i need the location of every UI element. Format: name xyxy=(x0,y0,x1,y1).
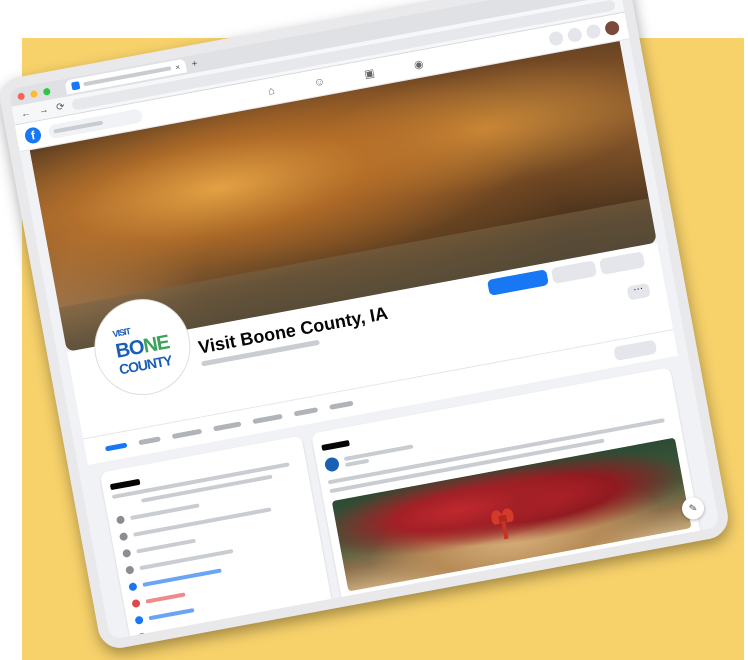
messenger-icon[interactable] xyxy=(566,26,583,44)
minimize-window-dot[interactable] xyxy=(29,89,38,98)
intro-hours[interactable] xyxy=(145,592,186,604)
posts-heading xyxy=(321,439,350,451)
intro-website[interactable] xyxy=(142,568,222,587)
menu-grid-icon[interactable] xyxy=(547,30,565,47)
close-window-dot[interactable] xyxy=(17,91,26,101)
globe-icon xyxy=(128,582,138,592)
tab-mentions[interactable] xyxy=(171,428,203,439)
phone-icon xyxy=(122,548,132,559)
marketplace-icon[interactable]: ▣ xyxy=(363,66,375,81)
location-pin-icon xyxy=(118,531,129,542)
forward-arrow-icon[interactable]: → xyxy=(38,104,50,117)
more-options-button[interactable]: ··· xyxy=(626,282,651,301)
notifications-bell-icon[interactable] xyxy=(585,23,602,40)
tab-followers[interactable] xyxy=(252,413,283,424)
filters-button[interactable] xyxy=(613,339,658,361)
intro-category xyxy=(130,503,200,521)
intro-card xyxy=(99,435,336,640)
email-icon xyxy=(125,565,135,575)
post-author-block xyxy=(343,443,415,469)
star-icon xyxy=(137,632,147,640)
laptop-screen-frame: × + ← → ⟳ f ⌂ ☺ ▣ ◉ VISIT BONE COUNTY Vi… xyxy=(0,0,732,652)
tab-photos[interactable] xyxy=(293,406,319,416)
intro-phone xyxy=(136,538,196,554)
tab-more[interactable] xyxy=(328,400,354,410)
back-arrow-icon[interactable]: ← xyxy=(20,107,32,120)
home-icon[interactable]: ⌂ xyxy=(267,84,276,98)
tab-close-icon[interactable]: × xyxy=(174,62,180,72)
search-placeholder xyxy=(53,120,104,134)
account-avatar[interactable] xyxy=(603,19,621,37)
clock-icon xyxy=(131,598,141,609)
groups-icon[interactable]: ◉ xyxy=(413,57,425,72)
browser-window: × + ← → ⟳ f ⌂ ☺ ▣ ◉ VISIT BONE COUNTY Vi… xyxy=(8,0,720,640)
message-button[interactable] xyxy=(486,269,549,296)
like-button[interactable] xyxy=(550,260,598,285)
post-author-avatar[interactable] xyxy=(323,456,341,473)
bow-tail xyxy=(500,520,508,539)
tab-posts[interactable] xyxy=(104,442,128,451)
intro-heading xyxy=(109,478,141,491)
tab-reviews[interactable] xyxy=(212,420,242,431)
post-author-name[interactable] xyxy=(343,443,414,461)
visit-boone-county-logo: VISIT BONE COUNTY xyxy=(111,316,174,379)
intro-services[interactable] xyxy=(148,608,195,621)
search-button[interactable] xyxy=(599,251,646,276)
facebook-favicon-icon xyxy=(71,81,81,91)
facebook-logo-icon[interactable]: f xyxy=(23,126,43,145)
reload-icon[interactable]: ⟳ xyxy=(55,101,65,113)
new-tab-button[interactable]: + xyxy=(191,58,199,70)
services-icon xyxy=(134,615,144,625)
tab-about[interactable] xyxy=(138,435,161,445)
friends-icon[interactable]: ☺ xyxy=(313,75,326,90)
red-bow-decoration xyxy=(489,507,517,541)
maximize-window-dot[interactable] xyxy=(42,87,51,96)
info-icon xyxy=(115,515,126,525)
